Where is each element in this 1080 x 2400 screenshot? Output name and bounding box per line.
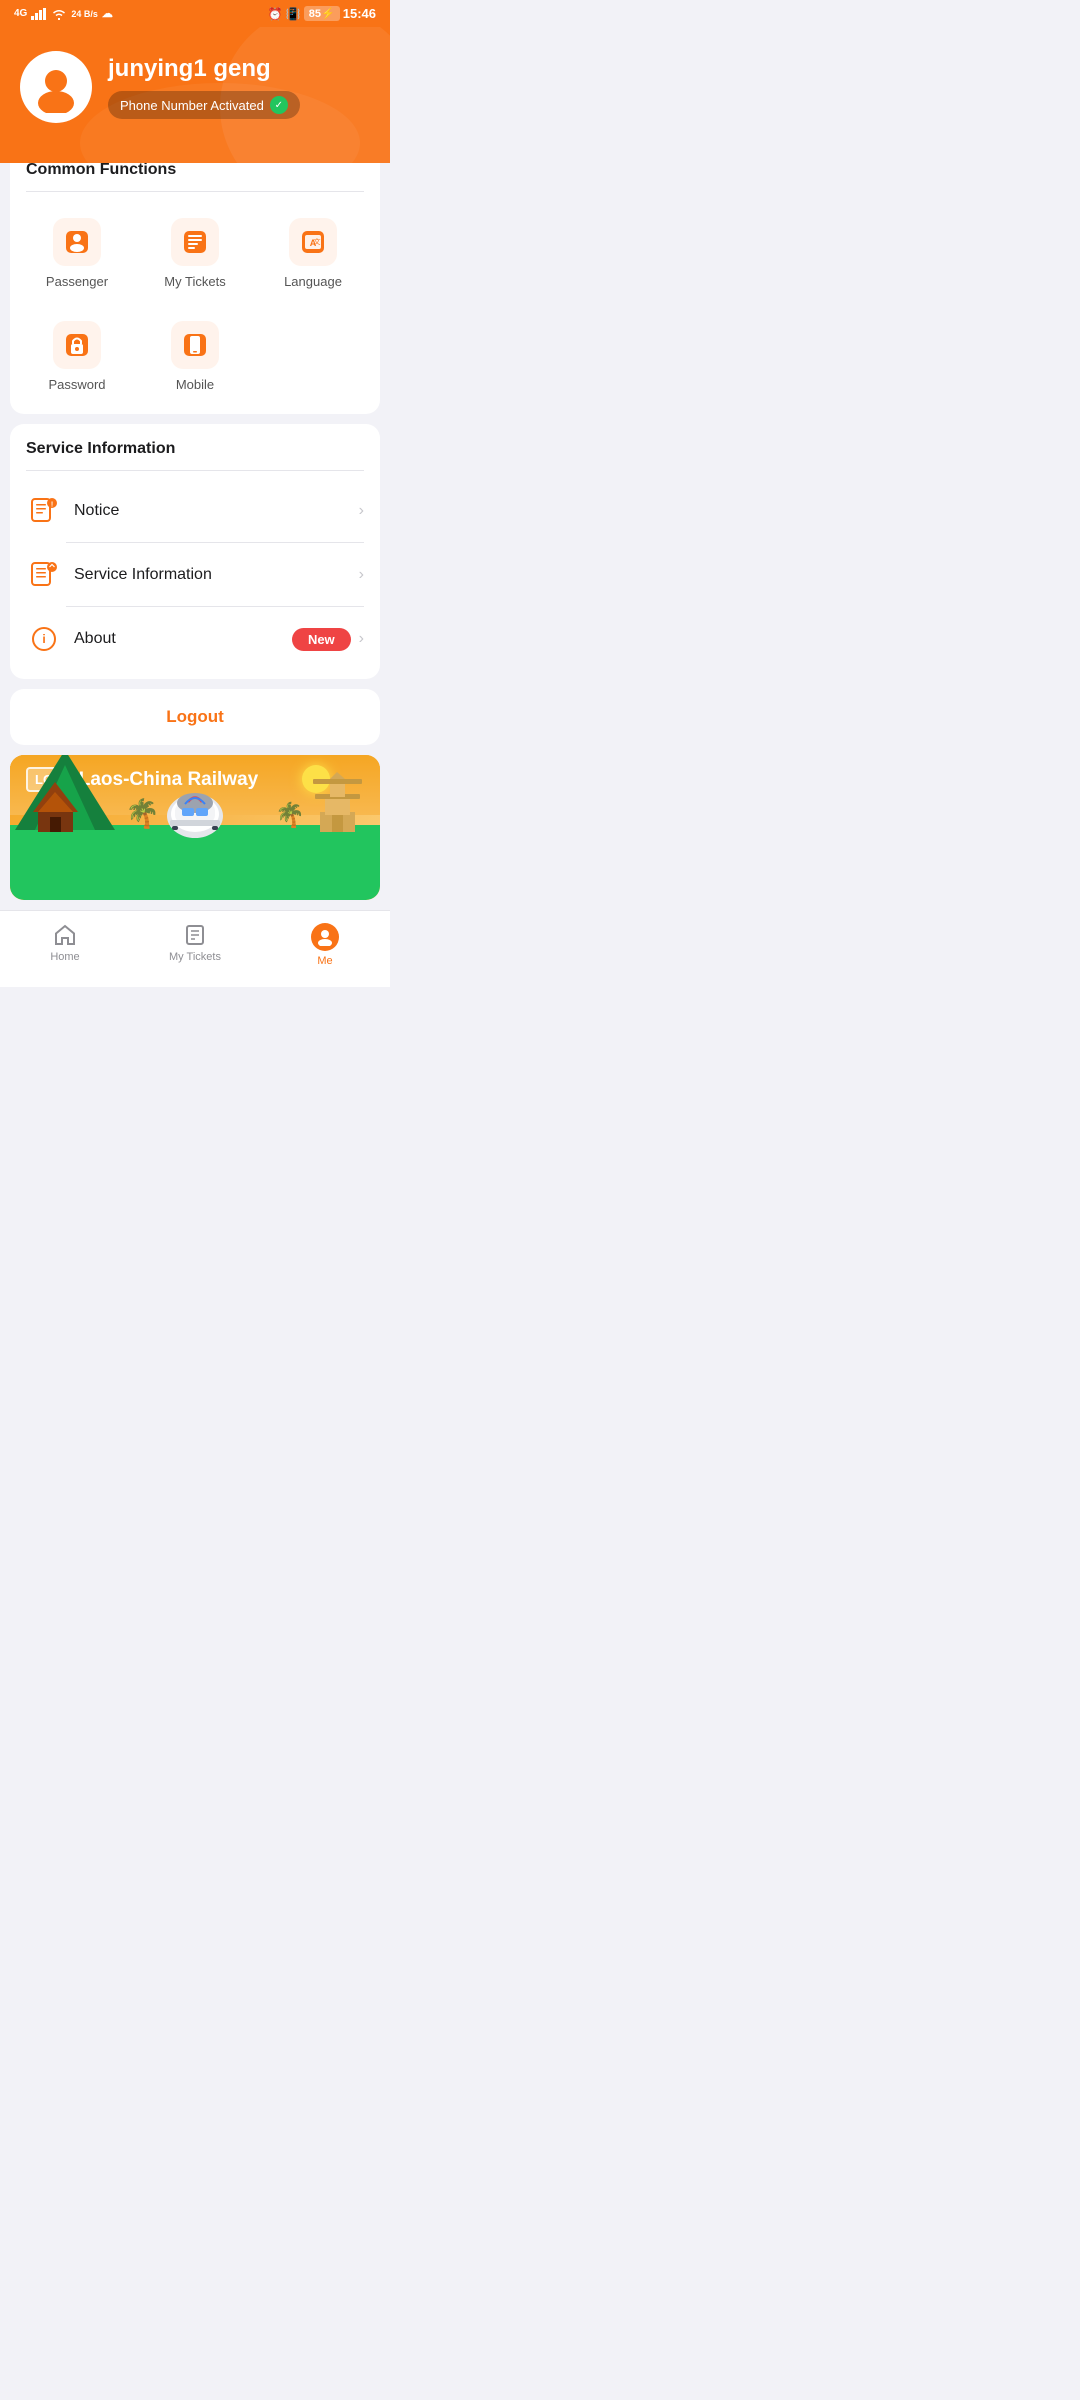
functions-row2: Password Mobile [10,311,380,414]
nav-my-tickets[interactable]: My Tickets [130,919,260,971]
password-label: Password [48,377,105,392]
signal-icon [31,8,47,20]
battery-indicator: 85⚡ [304,6,340,21]
profile-info: junying1 geng Phone Number Activated ✓ [108,55,300,119]
service-item-about[interactable]: i About New › [10,607,380,671]
service-information-card: Service Information ! Notice › [10,424,380,679]
alarm-icon: ⏰ [268,7,283,21]
profile-header: junying1 geng Phone Number Activated ✓ [0,27,390,163]
status-bar: 4G 24 B/s ☁ ⏰ 📳 85⚡ 15:46 [0,0,390,27]
service-information-title: Service Information [10,424,380,470]
function-language[interactable]: A 文 Language [254,208,372,303]
function-my-tickets[interactable]: My Tickets [136,208,254,303]
banner-temple [28,777,83,837]
about-chevron: › [359,630,364,648]
function-password[interactable]: Password [18,311,136,406]
function-passenger[interactable]: Passenger [18,208,136,303]
logout-button[interactable]: Logout [166,707,224,727]
verified-badge: Phone Number Activated ✓ [108,91,300,119]
network-indicator: 4G [14,8,27,19]
notice-icon: ! [26,493,62,529]
status-right: ⏰ 📳 85⚡ 15:46 [268,6,376,21]
service-info-label: Service Information [74,566,359,584]
svg-text:!: ! [51,502,53,509]
functions-grid: Passenger My Tickets [10,192,380,311]
mobile-label: Mobile [176,377,214,392]
main-content: Common Functions Passenger [0,145,390,900]
banner-train [160,788,230,848]
me-avatar [311,923,339,951]
cloud-icon: ☁ [102,7,113,20]
check-icon: ✓ [270,96,288,114]
password-icon-wrap [53,321,101,369]
home-label: Home [50,951,79,963]
function-mobile[interactable]: Mobile [136,311,254,406]
service-info-icon [26,557,62,593]
vibrate-icon: 📳 [286,7,301,21]
common-functions-card: Common Functions Passenger [10,145,380,414]
notice-label: Notice [74,502,359,520]
time-display: 15:46 [343,6,376,21]
my-tickets-label: My Tickets [164,274,225,289]
verified-label: Phone Number Activated [120,98,264,113]
notice-chevron: › [359,502,364,520]
bottom-nav: Home My Tickets Me [0,910,390,987]
banner-background: LCR Laos-China Railway [10,755,380,900]
passenger-label: Passenger [46,274,108,289]
data-speed: 24 B/s [71,9,98,19]
palm-left: 🌴 [125,797,160,830]
wifi-icon [51,8,67,20]
service-list: ! Notice › Servi [10,471,380,679]
status-left: 4G 24 B/s ☁ [14,7,113,20]
my-tickets-icon-wrap [171,218,219,266]
username: junying1 geng [108,55,300,83]
about-icon: i [26,621,62,657]
palm-right: 🌴 [275,801,305,830]
my-tickets-nav-label: My Tickets [169,951,221,963]
nav-me[interactable]: Me [260,919,390,971]
language-icon-wrap: A 文 [289,218,337,266]
banner-monument [310,772,365,837]
passenger-icon-wrap [53,218,101,266]
service-info-chevron: › [359,566,364,584]
lcr-banner[interactable]: LCR Laos-China Railway [10,755,380,900]
me-label: Me [317,955,332,967]
logout-card[interactable]: Logout [10,689,380,745]
nav-home[interactable]: Home [0,919,130,971]
mobile-icon-wrap [171,321,219,369]
about-label: About [74,630,292,648]
avatar[interactable] [20,51,92,123]
svg-text:文: 文 [314,237,321,246]
svg-text:i: i [42,632,45,646]
home-icon [53,923,77,947]
my-tickets-nav-icon [183,923,207,947]
language-label: Language [284,274,342,289]
service-item-info[interactable]: Service Information › [10,543,380,607]
service-item-notice[interactable]: ! Notice › [10,479,380,543]
new-badge: New [292,628,351,651]
